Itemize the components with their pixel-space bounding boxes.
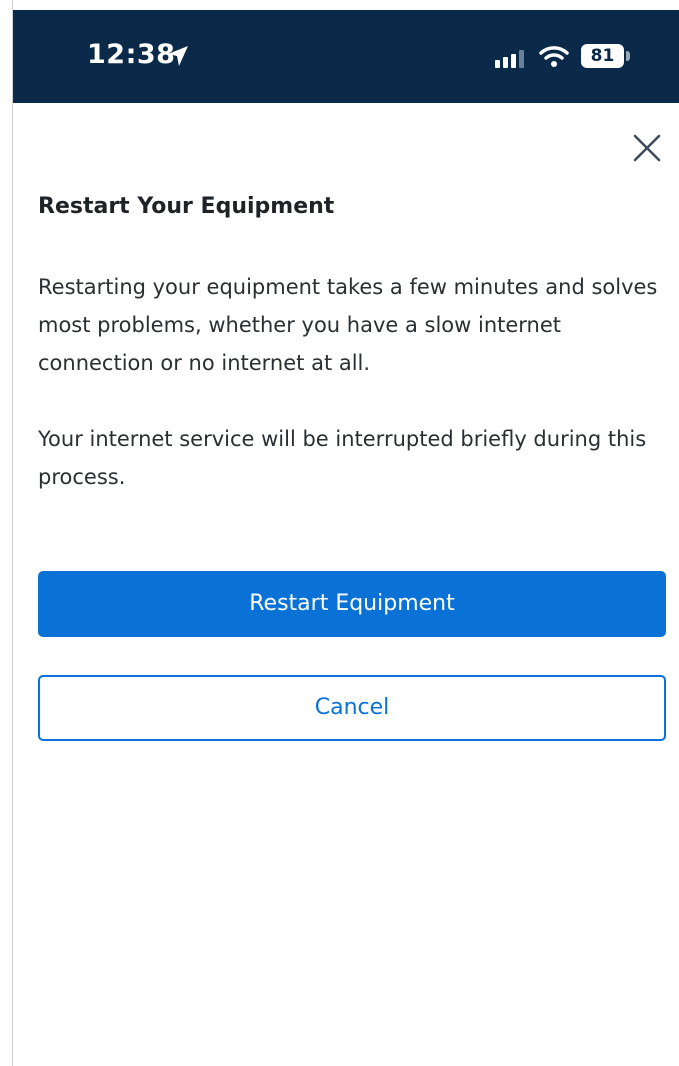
battery-level: 81 [590, 46, 615, 66]
app-screen: 12:38 81 Restart Your Equipment Restarti… [0, 0, 679, 1066]
cancel-button[interactable]: Cancel [38, 675, 666, 741]
battery-tip [626, 51, 630, 61]
cellular-signal-icon [495, 50, 524, 68]
location-arrow-icon [168, 46, 188, 66]
wifi-icon [539, 46, 569, 67]
screen-edge [12, 0, 13, 1066]
dialog-warning: Your internet service will be interrupte… [38, 427, 647, 489]
status-bar: 12:38 81 [13, 10, 679, 103]
dialog-description: Restarting your equipment takes a few mi… [38, 275, 658, 375]
status-time: 12:38 [87, 39, 176, 70]
battery-icon: 81 [581, 44, 631, 68]
dialog-title: Restart Your Equipment [38, 194, 335, 219]
close-icon[interactable] [627, 128, 667, 168]
restart-equipment-button[interactable]: Restart Equipment [38, 571, 666, 637]
